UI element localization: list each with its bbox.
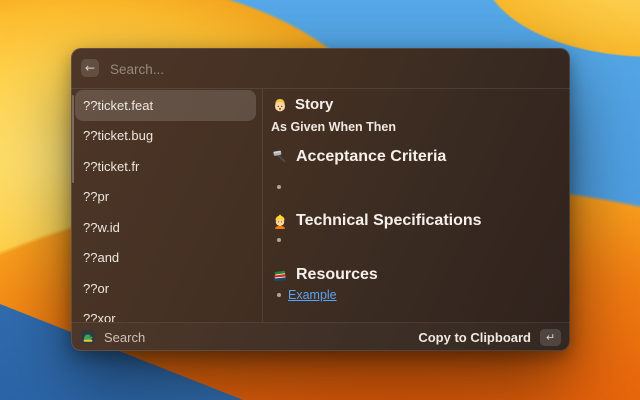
section-acceptance-criteria: Acceptance Criteria (271, 148, 446, 166)
section-resources: Resources (271, 266, 378, 284)
person-blond-emoji (271, 96, 288, 113)
snippet-detail: Story As Given When Then Acceptance Crit… (263, 89, 570, 322)
list-item-label: ??ticket.feat (83, 98, 153, 113)
list-items: ??ticket.feat ??ticket.bug ??ticket.fr ?… (71, 90, 262, 322)
section-heading: Resources (296, 266, 378, 284)
launcher-window: ← ??ticket.feat ??ticket.bug ??ticket.fr… (71, 48, 570, 351)
list-item-ticket-feat[interactable]: ??ticket.feat (75, 90, 256, 121)
section-technical-specifications: Technical Specifications (271, 212, 482, 230)
list-item-label: ??ticket.bug (83, 128, 153, 143)
example-link[interactable]: Example (288, 288, 337, 302)
list-item-ticket-fr[interactable]: ??ticket.fr (75, 151, 256, 182)
footer-bar: Search Copy to Clipboard ↵ (71, 323, 570, 351)
copy-to-clipboard-action[interactable]: Copy to Clipboard ↵ (418, 329, 561, 346)
list-item-ticket-bug[interactable]: ??ticket.bug (75, 121, 256, 152)
bullet-dot (277, 293, 281, 297)
hammer-emoji (271, 149, 288, 166)
footer-command: Search (81, 330, 145, 345)
list-item-label: ??pr (83, 189, 109, 204)
resource-link-row: Example (277, 288, 337, 302)
list-item-label: ??and (83, 250, 119, 265)
list-item-label: ??w.id (83, 220, 120, 235)
detail-subtitle: As Given When Then (271, 120, 396, 134)
list-item-label: ??xor (83, 311, 116, 322)
return-glyph: ↵ (546, 332, 555, 343)
empty-bullet (277, 180, 288, 194)
list-item-xor[interactable]: ??xor (75, 304, 256, 323)
construction-worker-emoji (271, 213, 288, 230)
books-emoji (271, 267, 288, 284)
desktop: ← ??ticket.feat ??ticket.bug ??ticket.fr… (0, 0, 640, 400)
list-item-w-id[interactable]: ??w.id (75, 212, 256, 243)
snippet-list: ??ticket.feat ??ticket.bug ??ticket.fr ?… (71, 89, 262, 322)
green-dino-icon (81, 330, 95, 344)
empty-bullet (277, 233, 288, 247)
back-button[interactable]: ← (81, 59, 99, 77)
search-input[interactable] (108, 56, 542, 82)
bullet-dot (277, 238, 281, 242)
copy-to-clipboard-label: Copy to Clipboard (418, 330, 531, 345)
search-bar: ← (71, 48, 570, 88)
return-key-icon: ↵ (540, 329, 561, 346)
list-item-and[interactable]: ??and (75, 243, 256, 274)
list-item-label: ??or (83, 281, 109, 296)
footer-command-label: Search (104, 330, 145, 345)
detail-title: Story (295, 96, 333, 113)
back-arrow-icon: ← (85, 62, 95, 74)
list-item-or[interactable]: ??or (75, 273, 256, 304)
bullet-dot (277, 185, 281, 189)
section-heading: Acceptance Criteria (296, 148, 446, 166)
list-item-pr[interactable]: ??pr (75, 182, 256, 213)
section-heading: Technical Specifications (296, 212, 482, 230)
list-item-label: ??ticket.fr (83, 159, 139, 174)
detail-title-row: Story (271, 96, 333, 113)
